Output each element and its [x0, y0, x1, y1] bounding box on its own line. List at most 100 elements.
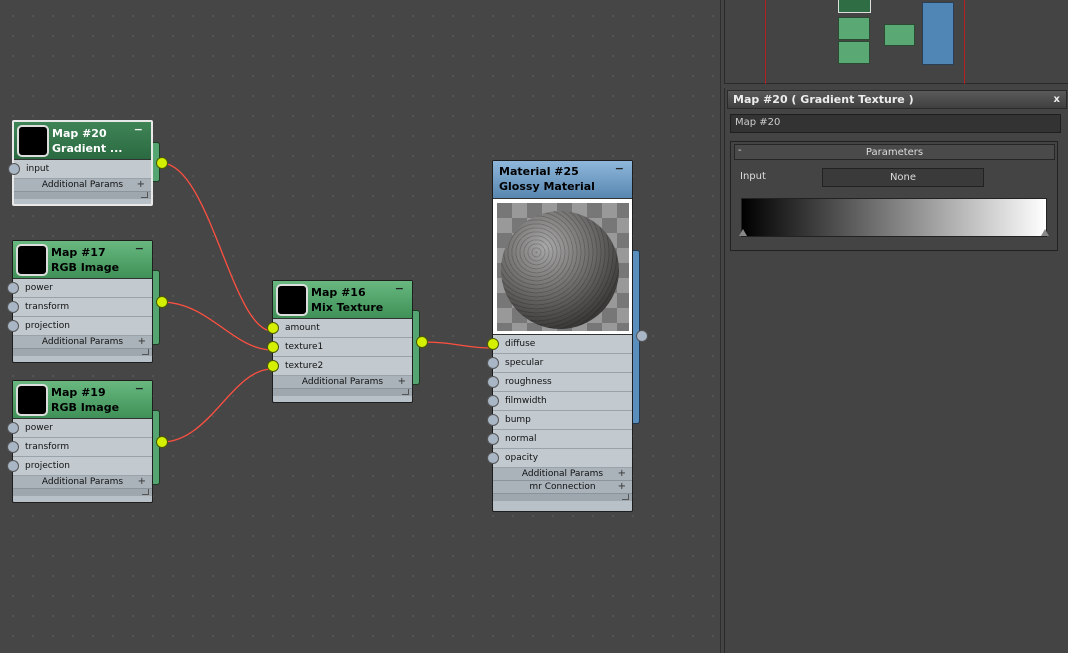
node-map17[interactable]: Map #17 RGB Image − power transform proje… — [7, 240, 168, 363]
additional-params[interactable]: Additional Params + — [13, 336, 152, 349]
param-row[interactable]: power — [7, 419, 152, 438]
node-graph-canvas[interactable]: Map #20 Gradient ... − input Additional P… — [0, 0, 720, 653]
expand-icon[interactable]: + — [138, 476, 146, 487]
nav-node-material25 — [922, 2, 954, 65]
node-material25[interactable]: Material #25 Glossy Material − diffuse sp… — [487, 160, 648, 512]
nav-node-map20 — [838, 0, 871, 13]
view-bound-left — [765, 0, 766, 84]
additional-params[interactable]: Additional Params + — [493, 468, 632, 481]
map-thumbnail — [16, 244, 48, 276]
param-row[interactable]: normal — [487, 430, 632, 449]
node-title: Map #17 RGB Image — [51, 246, 120, 274]
collapse-icon[interactable]: − — [615, 162, 624, 175]
input-socket[interactable] — [7, 282, 19, 294]
view-bound-right — [964, 0, 965, 84]
input-socket[interactable] — [7, 441, 19, 453]
collapse-icon[interactable]: − — [134, 123, 143, 136]
close-icon[interactable]: x — [1054, 94, 1060, 105]
panel-divider[interactable] — [720, 0, 721, 653]
param-row[interactable]: transform — [7, 298, 152, 317]
param-row[interactable]: transform — [7, 438, 152, 457]
node-title: Map #16 Mix Texture — [311, 286, 384, 314]
flag-left-icon[interactable] — [739, 229, 747, 236]
editor-titlebar: Map #20 ( Gradient Texture ) x — [727, 90, 1067, 109]
param-row[interactable]: specular — [487, 354, 632, 373]
param-row[interactable]: opacity — [487, 449, 632, 468]
node-map19[interactable]: Map #19 RGB Image − power transform proje… — [7, 380, 168, 503]
collapse-icon[interactable]: − — [135, 382, 144, 395]
material-preview — [493, 199, 632, 335]
input-socket[interactable] — [487, 357, 499, 369]
node-title: Material #25 Glossy Material — [499, 165, 595, 193]
node-title: Map #19 RGB Image — [51, 386, 120, 414]
resize-handle[interactable] — [14, 192, 151, 199]
input-socket[interactable] — [487, 452, 499, 464]
input-socket[interactable] — [487, 414, 499, 426]
input-socket[interactable] — [487, 338, 499, 350]
expand-icon[interactable]: + — [398, 376, 406, 387]
node-map20[interactable]: Map #20 Gradient ... − input Additional P… — [8, 120, 168, 206]
output-socket[interactable] — [156, 296, 168, 308]
map-thumbnail — [16, 384, 48, 416]
wire-map20-amount[interactable] — [161, 162, 273, 332]
resize-handle[interactable] — [273, 389, 412, 396]
param-row[interactable]: texture1 — [267, 338, 412, 357]
input-socket[interactable] — [7, 320, 19, 332]
input-socket[interactable] — [7, 422, 19, 434]
input-socket[interactable] — [7, 460, 19, 472]
nav-node-map19 — [838, 41, 870, 64]
expand-icon[interactable]: + — [618, 481, 626, 492]
additional-params[interactable]: Additional Params + — [14, 179, 151, 192]
node-map16[interactable]: Map #16 Mix Texture − amount texture1 tex… — [267, 280, 428, 403]
param-row[interactable]: input — [8, 160, 151, 179]
expand-icon[interactable]: + — [138, 336, 146, 347]
output-socket[interactable] — [416, 336, 428, 348]
additional-params[interactable]: Additional Params + — [273, 376, 412, 389]
param-row[interactable]: amount — [267, 319, 412, 338]
input-socket[interactable] — [267, 322, 279, 334]
param-row[interactable]: bump — [487, 411, 632, 430]
wire-map17-texture1[interactable] — [161, 301, 273, 351]
param-row[interactable]: filmwidth — [487, 392, 632, 411]
output-socket[interactable] — [156, 436, 168, 448]
param-row[interactable]: texture2 — [267, 357, 412, 376]
input-socket[interactable] — [487, 395, 499, 407]
navigator-view[interactable] — [724, 0, 1068, 84]
nav-node-map17 — [838, 17, 870, 40]
flag-right-icon[interactable] — [1041, 229, 1049, 236]
map-name-field[interactable]: Map #20 — [730, 114, 1061, 133]
input-map-button[interactable]: None — [822, 168, 984, 187]
param-row[interactable]: power — [7, 279, 152, 298]
output-socket[interactable] — [156, 157, 168, 169]
collapse-icon[interactable]: − — [395, 282, 404, 295]
resize-handle[interactable] — [13, 489, 152, 496]
collapse-icon[interactable]: − — [135, 242, 144, 255]
input-socket[interactable] — [267, 341, 279, 353]
param-row[interactable]: roughness — [487, 373, 632, 392]
expand-icon[interactable]: + — [137, 179, 145, 190]
param-row[interactable]: projection — [7, 317, 152, 336]
expand-icon[interactable]: + — [618, 468, 626, 479]
param-row[interactable]: diffuse — [487, 335, 632, 354]
input-socket[interactable] — [267, 360, 279, 372]
additional-params[interactable]: Additional Params + — [13, 476, 152, 489]
output-socket[interactable] — [636, 330, 648, 342]
wire-map16-diffuse[interactable] — [421, 341, 493, 349]
resize-handle[interactable] — [13, 349, 152, 356]
input-label: Input — [740, 171, 766, 182]
param-row[interactable]: projection — [7, 457, 152, 476]
input-socket[interactable] — [487, 376, 499, 388]
input-socket[interactable] — [487, 433, 499, 445]
wire-map19-texture2[interactable] — [161, 368, 273, 443]
resize-handle[interactable] — [493, 494, 632, 501]
parameter-editor: Map #20 ( Gradient Texture ) x Map #20 -… — [724, 88, 1068, 653]
preview-sphere — [501, 211, 619, 329]
gradient-ramp[interactable] — [739, 198, 1049, 237]
input-socket[interactable] — [7, 301, 19, 313]
map-thumbnail — [17, 125, 49, 157]
input-socket[interactable] — [8, 163, 20, 175]
mr-connection[interactable]: mr Connection + — [493, 481, 632, 494]
rollout-header[interactable]: - Parameters — [734, 144, 1055, 160]
nav-node-map16 — [884, 24, 915, 46]
map-thumbnail — [276, 284, 308, 316]
